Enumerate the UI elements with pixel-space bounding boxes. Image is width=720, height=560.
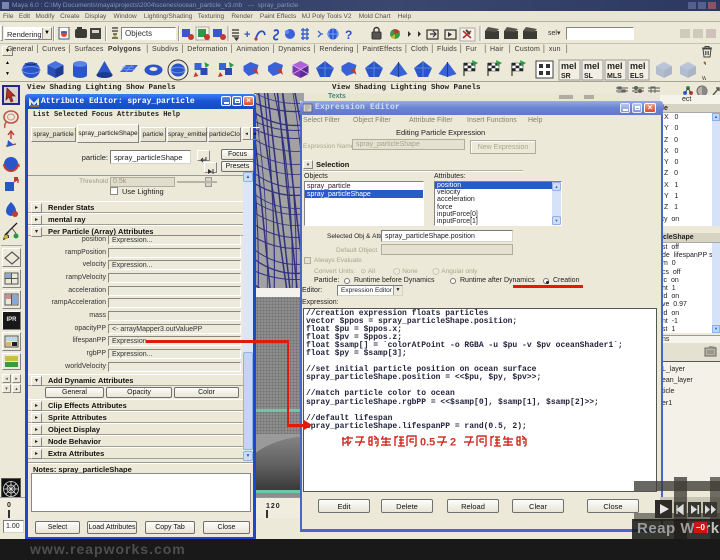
svg-text:2: 2 (450, 437, 456, 449)
svg-text:mel: mel (607, 61, 623, 71)
svg-text:mel: mel (561, 61, 577, 71)
svg-text:0.5: 0.5 (420, 437, 435, 449)
svg-text:+: + (244, 29, 250, 41)
svg-text:ELS: ELS (630, 73, 644, 80)
svg-text:MLS: MLS (607, 73, 622, 80)
svg-text:mel: mel (584, 61, 600, 71)
svg-text:?: ? (345, 28, 352, 42)
svg-text:SL: SL (584, 73, 594, 80)
svg-text:SR: SR (561, 73, 571, 80)
svg-text:mel: mel (630, 61, 646, 71)
